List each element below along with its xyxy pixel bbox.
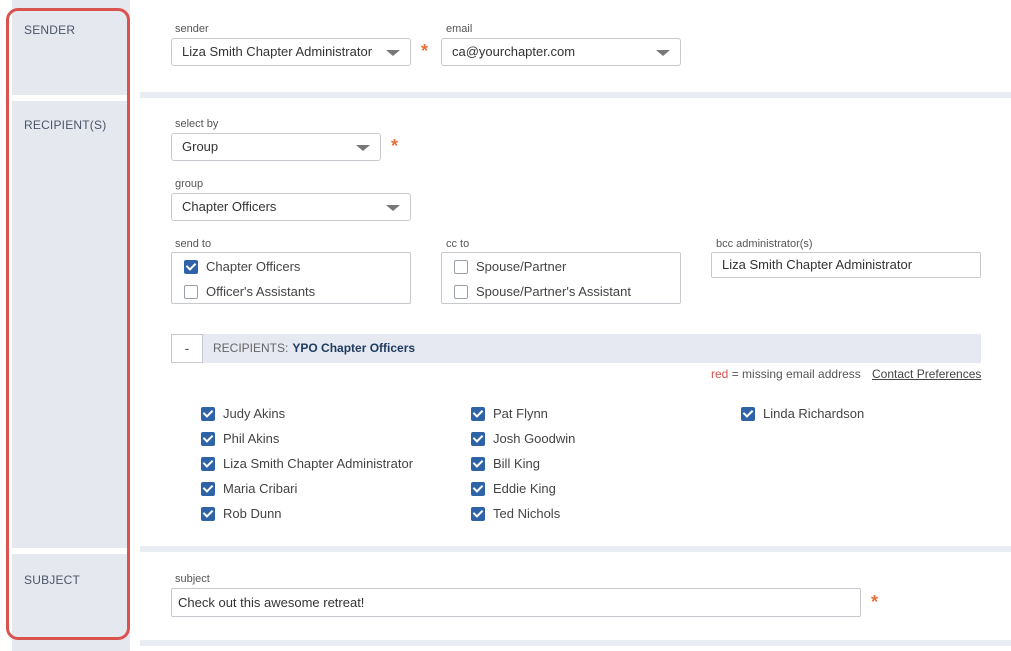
recipient-name: Linda Richardson: [763, 406, 865, 421]
recipient-item[interactable]: Judy Akins: [201, 406, 285, 424]
recipient-item[interactable]: Rob Dunn: [201, 506, 282, 524]
checkbox-icon[interactable]: [454, 259, 468, 274]
panel-divider: [140, 92, 1011, 98]
sender-select[interactable]: Liza Smith Chapter Administrator: [171, 38, 411, 66]
contact-preferences-link[interactable]: Contact Preferences: [872, 367, 981, 381]
recipient-item[interactable]: Josh Goodwin: [471, 431, 575, 449]
recipient-item[interactable]: Ted Nichols: [471, 506, 560, 524]
chevron-down-icon: [356, 145, 370, 151]
checkbox-checked-icon[interactable]: [201, 506, 215, 521]
checkbox-icon[interactable]: [454, 284, 468, 299]
group-select[interactable]: Chapter Officers: [171, 193, 411, 221]
recipients-header: - RECIPIENTS: YPO Chapter Officers: [171, 334, 981, 363]
email-value: ca@yourchapter.com: [452, 44, 576, 59]
checkbox-checked-icon[interactable]: [201, 431, 215, 446]
checkbox-checked-icon[interactable]: [201, 456, 215, 471]
chevron-down-icon: [386, 50, 400, 56]
cc-to-option-label: Spouse/Partner's Assistant: [476, 284, 631, 299]
required-marker: *: [871, 592, 879, 612]
checkbox-checked-icon[interactable]: [184, 259, 198, 274]
recipient-item[interactable]: Bill King: [471, 456, 540, 474]
send-to-option-label: Officer's Assistants: [206, 284, 316, 299]
email-label: email: [446, 23, 473, 35]
group-label: group: [175, 178, 204, 190]
panel-divider: [140, 640, 1011, 646]
gutter: [130, 0, 140, 651]
bcc-label: bcc administrator(s): [716, 238, 813, 250]
recipient-item[interactable]: Liza Smith Chapter Administrator: [201, 456, 413, 474]
cc-to-label: cc to: [446, 238, 470, 250]
select-by-value: Group: [182, 139, 219, 154]
highlight-outline: [6, 8, 130, 640]
send-to-option[interactable]: Chapter Officers: [184, 259, 300, 277]
recipients-group-name: YPO Chapter Officers: [292, 341, 416, 355]
legend-red-word: red: [711, 367, 729, 381]
chevron-down-icon: [386, 205, 400, 211]
recipient-item[interactable]: Pat Flynn: [471, 406, 548, 424]
recipient-name: Pat Flynn: [493, 406, 548, 421]
checkbox-checked-icon[interactable]: [201, 406, 215, 421]
checkbox-checked-icon[interactable]: [471, 456, 485, 471]
send-to-option[interactable]: Officer's Assistants: [184, 284, 315, 302]
recipient-name: Liza Smith Chapter Administrator: [223, 456, 414, 471]
missing-email-legend: red = missing email address: [711, 367, 861, 381]
recipient-name: Bill King: [493, 456, 540, 471]
cc-to-option-label: Spouse/Partner: [476, 259, 567, 274]
subject-value: Check out this awesome retreat!: [178, 595, 365, 610]
recipient-name: Judy Akins: [223, 406, 286, 421]
sender-value: Liza Smith Chapter Administrator: [182, 44, 373, 59]
group-value: Chapter Officers: [182, 199, 277, 214]
recipient-item[interactable]: Phil Akins: [201, 431, 279, 449]
panel-divider: [140, 546, 1011, 552]
recipient-item[interactable]: Eddie King: [471, 481, 556, 499]
recipients-title-prefix: RECIPIENTS:: [213, 341, 289, 355]
send-to-option-label: Chapter Officers: [206, 259, 301, 274]
recipient-item[interactable]: Maria Cribari: [201, 481, 297, 499]
recipients-title: RECIPIENTS: YPO Chapter Officers: [213, 341, 415, 355]
chevron-down-icon: [656, 50, 670, 56]
checkbox-checked-icon[interactable]: [741, 406, 755, 421]
recipient-name: Rob Dunn: [223, 506, 282, 521]
subject-label: subject: [175, 573, 210, 585]
recipient-name: Josh Goodwin: [493, 431, 576, 446]
subject-input[interactable]: Check out this awesome retreat!: [171, 588, 861, 617]
checkbox-checked-icon[interactable]: [471, 431, 485, 446]
bcc-value: Liza Smith Chapter Administrator: [722, 257, 913, 272]
sender-label: sender: [175, 23, 209, 35]
collapse-button[interactable]: -: [171, 334, 203, 363]
recipient-name: Eddie King: [493, 481, 556, 496]
bcc-input[interactable]: Liza Smith Chapter Administrator: [711, 252, 981, 278]
select-by-select[interactable]: Group: [171, 133, 381, 161]
recipient-item[interactable]: Linda Richardson: [741, 406, 864, 424]
required-marker: *: [421, 41, 429, 61]
checkbox-checked-icon[interactable]: [471, 506, 485, 521]
recipient-name: Ted Nichols: [493, 506, 561, 521]
checkbox-icon[interactable]: [184, 284, 198, 299]
checkbox-checked-icon[interactable]: [201, 481, 215, 496]
legend-text: = missing email address: [731, 367, 861, 381]
send-to-group: Chapter Officers Officer's Assistants: [171, 252, 411, 304]
recipient-name: Phil Akins: [223, 431, 280, 446]
checkbox-checked-icon[interactable]: [471, 481, 485, 496]
send-to-label: send to: [175, 238, 212, 250]
required-marker: *: [391, 136, 399, 156]
cc-to-option[interactable]: Spouse/Partner's Assistant: [454, 284, 631, 302]
email-select[interactable]: ca@yourchapter.com: [441, 38, 681, 66]
select-by-label: select by: [175, 118, 219, 130]
recipient-name: Maria Cribari: [223, 481, 298, 496]
cc-to-group: Spouse/Partner Spouse/Partner's Assistan…: [441, 252, 681, 304]
cc-to-option[interactable]: Spouse/Partner: [454, 259, 566, 277]
checkbox-checked-icon[interactable]: [471, 406, 485, 421]
